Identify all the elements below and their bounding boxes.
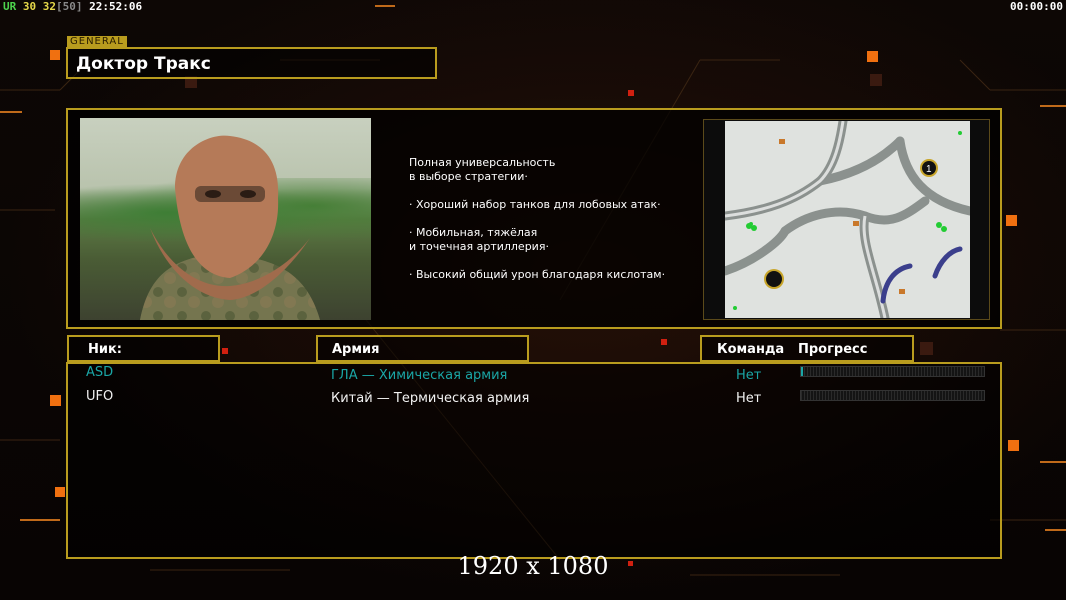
resolution-label: 1920 x 1080: [457, 552, 609, 580]
description-line: Полная универсальность: [409, 156, 556, 169]
hud-value-2: 32: [42, 0, 56, 13]
description-line: · Мобильная, тяжёлая: [409, 226, 538, 239]
map-preview[interactable]: 1: [725, 121, 970, 318]
description-line: · Высокий общий урон благодаря кислотам·: [409, 268, 666, 281]
hud-status-bar: UR 30 32[50] 22:52:06 00:00:00: [0, 0, 1066, 14]
general-portrait: [80, 118, 371, 320]
team-header-label: Команда: [717, 342, 785, 357]
progress-header-label: Прогресс: [798, 342, 868, 357]
general-title-box: Доктор Тракс: [66, 47, 437, 79]
team-progress-header: Команда Прогресс: [700, 335, 914, 362]
hud-clock: 22:52:06: [89, 0, 143, 13]
army-column-header: Армия: [316, 335, 529, 362]
player-army[interactable]: ГЛА — Химическая армия: [331, 368, 507, 383]
general-description: Полная универсальность в выборе стратеги…: [409, 156, 665, 282]
player-team[interactable]: Нет: [736, 391, 761, 406]
player-nick: ASD: [86, 365, 114, 380]
hud-value-1: 30: [22, 0, 37, 13]
hud-value-3: [50]: [56, 0, 83, 13]
hud-left-stats: UR 30 32[50] 22:52:06: [3, 0, 142, 13]
description-line: · Хороший набор танков для лобовых атак·: [409, 198, 661, 211]
hud-timer: 00:00:00: [1010, 0, 1063, 13]
player-army[interactable]: Китай — Термическая армия: [331, 391, 529, 406]
description-line: и точечная артиллерия·: [409, 240, 549, 253]
player-nick: UFO: [86, 389, 114, 404]
map-marker-1: 1: [926, 164, 932, 175]
player-team[interactable]: Нет: [736, 368, 761, 383]
general-name: Доктор Тракс: [76, 54, 211, 74]
nick-header-label: Ник:: [88, 342, 123, 357]
nick-column-header: Ник:: [67, 335, 220, 362]
army-header-label: Армия: [332, 342, 380, 357]
hud-ur-label: UR: [3, 0, 17, 13]
player-progress-bar: [800, 366, 985, 377]
description-line: в выборе стратегии·: [409, 170, 528, 183]
player-progress-bar: [800, 390, 985, 401]
